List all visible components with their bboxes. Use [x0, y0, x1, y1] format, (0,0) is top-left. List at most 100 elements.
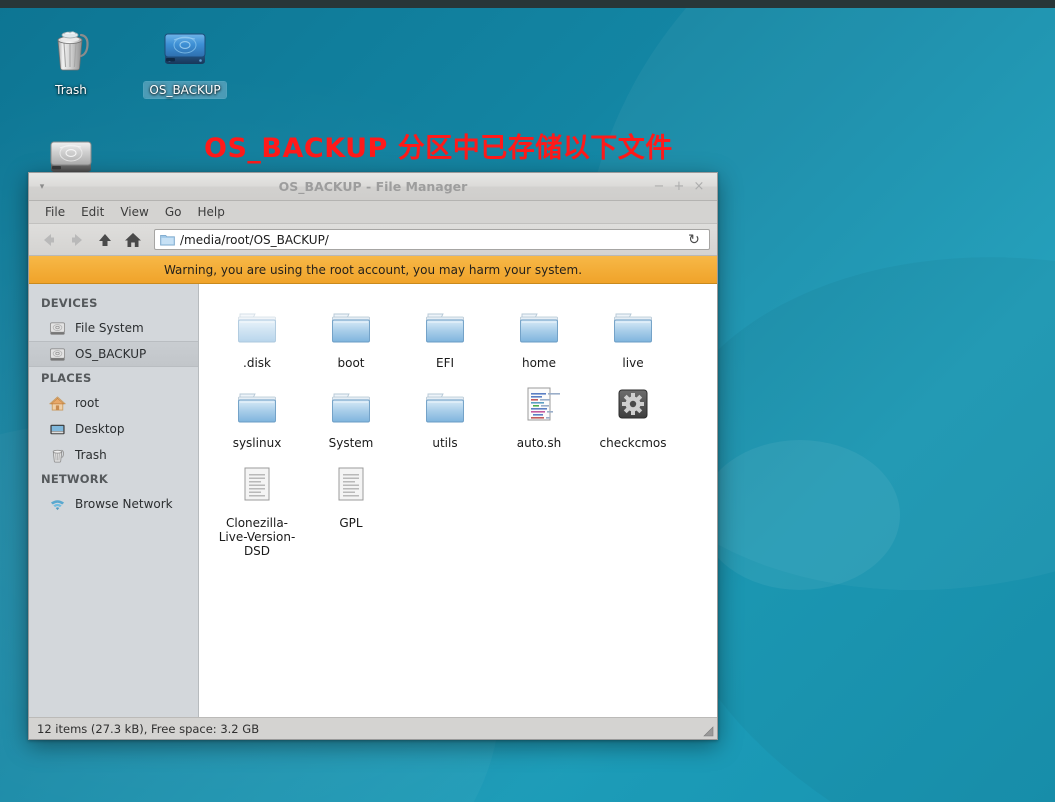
home-icon [49, 395, 66, 411]
file-list-area[interactable]: .disk boot EFI home live syslinux System… [199, 284, 717, 717]
network-icon [50, 499, 65, 510]
sidebar-item-label: Desktop [75, 422, 125, 436]
path-text[interactable]: /media/root/OS_BACKUP/ [180, 233, 679, 247]
icon-grid: .disk boot EFI home live syslinux System… [210, 298, 707, 566]
file-item[interactable]: boot [304, 298, 398, 378]
folder-icon [160, 234, 175, 246]
file-item-label: utils [432, 436, 458, 450]
file-item-label: Clonezilla-Live-Version-DSD [218, 516, 296, 558]
sidebar-item-os-backup[interactable]: OS_BACKUP [29, 341, 198, 367]
forward-button[interactable] [64, 228, 90, 252]
file-item[interactable]: checkcmos [586, 378, 680, 458]
status-bar: 12 items (27.3 kB), Free space: 3.2 GB [29, 717, 717, 739]
trash-icon [52, 449, 65, 462]
status-text: 12 items (27.3 kB), Free space: 3.2 GB [37, 721, 260, 736]
minimize-button[interactable]: − [649, 177, 669, 197]
harddisk-icon [49, 347, 66, 361]
file-item[interactable]: live [586, 298, 680, 378]
file-manager-window[interactable]: ▾ OS_BACKUP - File Manager − + × File Ed… [28, 172, 718, 740]
harddisk-blue-icon [164, 33, 206, 64]
window-title-bar[interactable]: ▾ OS_BACKUP - File Manager − + × [29, 173, 717, 201]
top-panel[interactable] [0, 0, 1055, 8]
up-button[interactable] [92, 228, 118, 252]
menu-file[interactable]: File [37, 203, 73, 221]
menu-bar: File Edit View Go Help [29, 201, 717, 224]
file-item-label: GPL [339, 516, 363, 530]
close-button[interactable]: × [689, 177, 709, 197]
home-button[interactable] [120, 228, 146, 252]
folder-icon [426, 393, 464, 423]
folder-icon [238, 393, 276, 423]
red-annotation-text: OS_BACKUP 分区中已存储以下文件 [204, 133, 673, 164]
folder-icon [614, 313, 652, 343]
file-item[interactable]: auto.sh [492, 378, 586, 458]
folder-icon [426, 313, 464, 343]
maximize-button[interactable]: + [669, 177, 689, 197]
home-icon [125, 232, 141, 247]
document-icon [338, 467, 364, 501]
sidebar-item-label: Trash [75, 448, 107, 462]
window-menu-icon[interactable]: ▾ [29, 173, 55, 201]
sidebar-item-label: Browse Network [75, 497, 173, 511]
file-item-label: System [328, 436, 374, 450]
reload-button[interactable]: ↻ [684, 230, 704, 249]
file-item-label: checkcmos [599, 436, 667, 450]
resize-grip-icon[interactable] [702, 725, 714, 737]
menu-view[interactable]: View [112, 203, 156, 221]
file-item[interactable]: GPL [304, 458, 398, 566]
file-item[interactable]: utils [398, 378, 492, 458]
sidebar-group-places-title: PLACES [41, 371, 92, 385]
sidebar-group-devices-title: DEVICES [41, 296, 98, 310]
sidebar-item-label: root [75, 396, 100, 410]
toolbar: /media/root/OS_BACKUP/ ↻ [29, 224, 717, 256]
back-button[interactable] [36, 228, 62, 252]
file-item[interactable]: Clonezilla-Live-Version-DSD [210, 458, 304, 566]
file-manager-body: DEVICES File System OS_BACKUP PLACES roo… [29, 284, 717, 717]
warning-text: Warning, you are using the root account,… [163, 262, 583, 277]
sidebar-item-trash[interactable]: Trash [29, 442, 198, 468]
folder-icon [238, 313, 276, 343]
file-item-label: home [521, 356, 557, 370]
sidebar-item-label: File System [75, 321, 144, 335]
script-file-icon [527, 387, 560, 421]
menu-edit[interactable]: Edit [73, 203, 112, 221]
desktop-icon-label: OS_BACKUP [144, 82, 226, 98]
window-controls: − + × [649, 177, 717, 197]
folder-icon [332, 393, 370, 423]
trash-icon [57, 31, 89, 71]
arrow-up-icon [99, 233, 111, 246]
document-icon [244, 467, 270, 501]
sidebar-item-desktop[interactable]: Desktop [29, 416, 198, 442]
menu-help[interactable]: Help [189, 203, 232, 221]
file-item[interactable]: EFI [398, 298, 492, 378]
sidebar-item-browse-network[interactable]: Browse Network [29, 491, 198, 517]
path-entry[interactable]: /media/root/OS_BACKUP/ ↻ [154, 229, 710, 250]
harddisk-icon [49, 321, 66, 335]
file-item[interactable]: home [492, 298, 586, 378]
sidebar-group-network-title: NETWORK [41, 472, 108, 486]
file-item-label: EFI [435, 356, 455, 370]
desktop-icon-os-backup[interactable]: OS_BACKUP [142, 25, 228, 98]
file-item-label: auto.sh [516, 436, 562, 450]
file-item-label: syslinux [232, 436, 282, 450]
desktop-icon [50, 424, 65, 434]
file-item-label: live [622, 356, 644, 370]
sidebar-item-root[interactable]: root [29, 390, 198, 416]
file-item[interactable]: syslinux [210, 378, 304, 458]
arrow-left-icon [44, 233, 54, 246]
folder-icon [332, 313, 370, 343]
sidebar-item-file-system[interactable]: File System [29, 315, 198, 341]
desktop-icon-trash[interactable]: Trash [28, 25, 114, 98]
file-item[interactable]: .disk [210, 298, 304, 378]
sidebar-item-label: OS_BACKUP [75, 347, 147, 361]
desktop: Trash OS_BACKUP OS_BACKUP 分区中已存储以下文件 ▾ O… [0, 0, 1055, 802]
menu-go[interactable]: Go [157, 203, 190, 221]
arrow-right-icon [72, 233, 82, 246]
sidebar: DEVICES File System OS_BACKUP PLACES roo… [29, 284, 199, 717]
file-item[interactable]: System [304, 378, 398, 458]
window-title: OS_BACKUP - File Manager [278, 179, 468, 194]
root-warning-banner: Warning, you are using the root account,… [29, 256, 717, 284]
file-item-label: .disk [243, 356, 271, 370]
executable-icon [618, 389, 648, 419]
file-item-label: boot [337, 356, 365, 370]
